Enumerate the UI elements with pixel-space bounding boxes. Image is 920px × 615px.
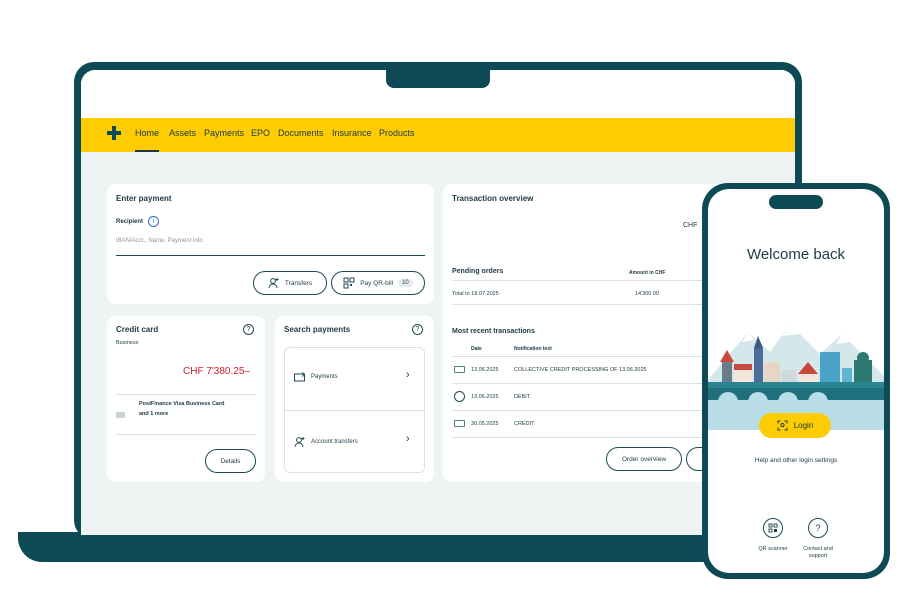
credit-card-card: Credit card ? Business CHF 7'380.25– Pos… <box>107 316 265 482</box>
amount-column-header: Amount in CHF <box>629 270 666 276</box>
credit-icon <box>454 420 465 427</box>
transaction-date: 30.05.2025 <box>471 421 499 427</box>
details-button[interactable]: Details <box>205 449 256 473</box>
qr-scanner-icon <box>768 523 778 533</box>
help-login-link[interactable]: Help and other login settings <box>708 457 884 464</box>
recipient-label: Recipient <box>116 219 144 225</box>
qr-scanner-label: QR scanner <box>758 546 788 552</box>
help-icon[interactable]: ? <box>243 324 254 335</box>
nav-products[interactable]: Products <box>379 128 415 138</box>
credit-card-title: Credit card <box>116 325 159 334</box>
nav-home[interactable]: Home <box>135 128 159 138</box>
recipient-input[interactable]: IBAN/Acct., Name, Payment info <box>116 238 203 244</box>
qr-scanner-button[interactable] <box>763 518 783 538</box>
nav-assets[interactable]: Assets <box>169 128 196 138</box>
recipient-input-underline <box>116 255 425 256</box>
login-button[interactable]: Login <box>759 413 831 438</box>
contact-label-line1: Contact and <box>803 546 833 552</box>
date-column-header: Date <box>471 346 482 352</box>
search-payments-title: Search payments <box>284 325 351 334</box>
welcome-title: Welcome back <box>746 246 846 263</box>
card-name-line1: PostFinance Visa Business Card <box>139 401 225 407</box>
card-name-line2: and 1 more <box>139 411 169 417</box>
list-item-label: Account transfers <box>311 439 358 445</box>
list-item-account-transfers[interactable]: Account transfers › <box>284 411 425 473</box>
nav-documents[interactable]: Documents <box>278 128 324 138</box>
list-item-label: Payments <box>311 374 338 380</box>
pay-qr-bill-button[interactable]: Pay QR-bill 10 <box>331 271 425 295</box>
person-add-icon <box>268 278 279 289</box>
nav-active-indicator <box>135 150 159 152</box>
enter-payment-card: Enter payment Recipient i IBAN/Acct., Na… <box>107 184 434 304</box>
text-column-header: Notification text <box>514 346 552 352</box>
transaction-text: DEBIT <box>514 394 531 400</box>
pending-orders-title: Pending orders <box>452 268 504 275</box>
question-icon: ? <box>815 523 821 533</box>
contact-label-line2: support <box>808 553 828 559</box>
credit-card-amount: CHF 7'380.25– <box>183 366 250 377</box>
transaction-overview-title: Transaction overview <box>452 194 534 203</box>
divider <box>116 434 256 435</box>
divider <box>116 394 256 395</box>
payment-icon <box>294 372 306 382</box>
phone-notch <box>769 195 823 209</box>
transaction-date: 13.06.2025 <box>471 394 499 400</box>
pending-row-label: Total to 18.07.2025 <box>452 291 499 297</box>
chevron-right-icon: › <box>406 369 410 381</box>
transaction-text: CREDIT <box>514 421 535 427</box>
transfers-label: Transfers <box>284 279 313 287</box>
transaction-text: COLLECTIVE CREDIT PROCESSING OF 13.06.20… <box>514 367 647 373</box>
qr-label: Pay QR-bill <box>360 279 394 287</box>
help-icon[interactable]: ? <box>412 324 423 335</box>
person-add-icon <box>294 437 305 448</box>
enter-payment-title: Enter payment <box>116 194 172 203</box>
qr-count-badge: 10 <box>398 279 413 287</box>
face-id-icon <box>777 420 788 431</box>
info-icon[interactable]: i <box>148 216 159 227</box>
nav-insurance[interactable]: Insurance <box>332 128 372 138</box>
credit-icon <box>454 366 465 373</box>
chevron-right-icon: › <box>406 433 410 445</box>
postfinance-logo-icon[interactable] <box>107 126 121 140</box>
search-payments-card: Search payments ? Payments › Account tra… <box>275 316 434 482</box>
pending-row-amount: 14'300.00 <box>635 291 659 297</box>
contact-support-label: Contact and support <box>793 546 843 560</box>
laptop-camera-notch <box>386 62 490 88</box>
qr-code-icon <box>343 277 355 289</box>
nav-payments[interactable]: Payments <box>204 128 244 138</box>
credit-card-subtitle: Business <box>116 340 139 346</box>
contact-support-button[interactable]: ? <box>808 518 828 538</box>
order-overview-button[interactable]: Order overview <box>606 447 682 471</box>
transaction-date: 13.06.2025 <box>471 367 499 373</box>
transfers-button[interactable]: Transfers <box>253 271 327 295</box>
transfer-icon <box>454 391 465 402</box>
laptop-screen: Home Assets Payments EPO Documents Insur… <box>81 70 795 535</box>
login-label: Login <box>793 421 814 430</box>
currency-label: CHF <box>683 222 698 229</box>
list-item-payments[interactable]: Payments › <box>284 347 425 409</box>
card-icon <box>116 412 125 418</box>
nav-epo[interactable]: EPO <box>251 128 270 138</box>
recent-transactions-title: Most recent transactions <box>452 328 535 335</box>
